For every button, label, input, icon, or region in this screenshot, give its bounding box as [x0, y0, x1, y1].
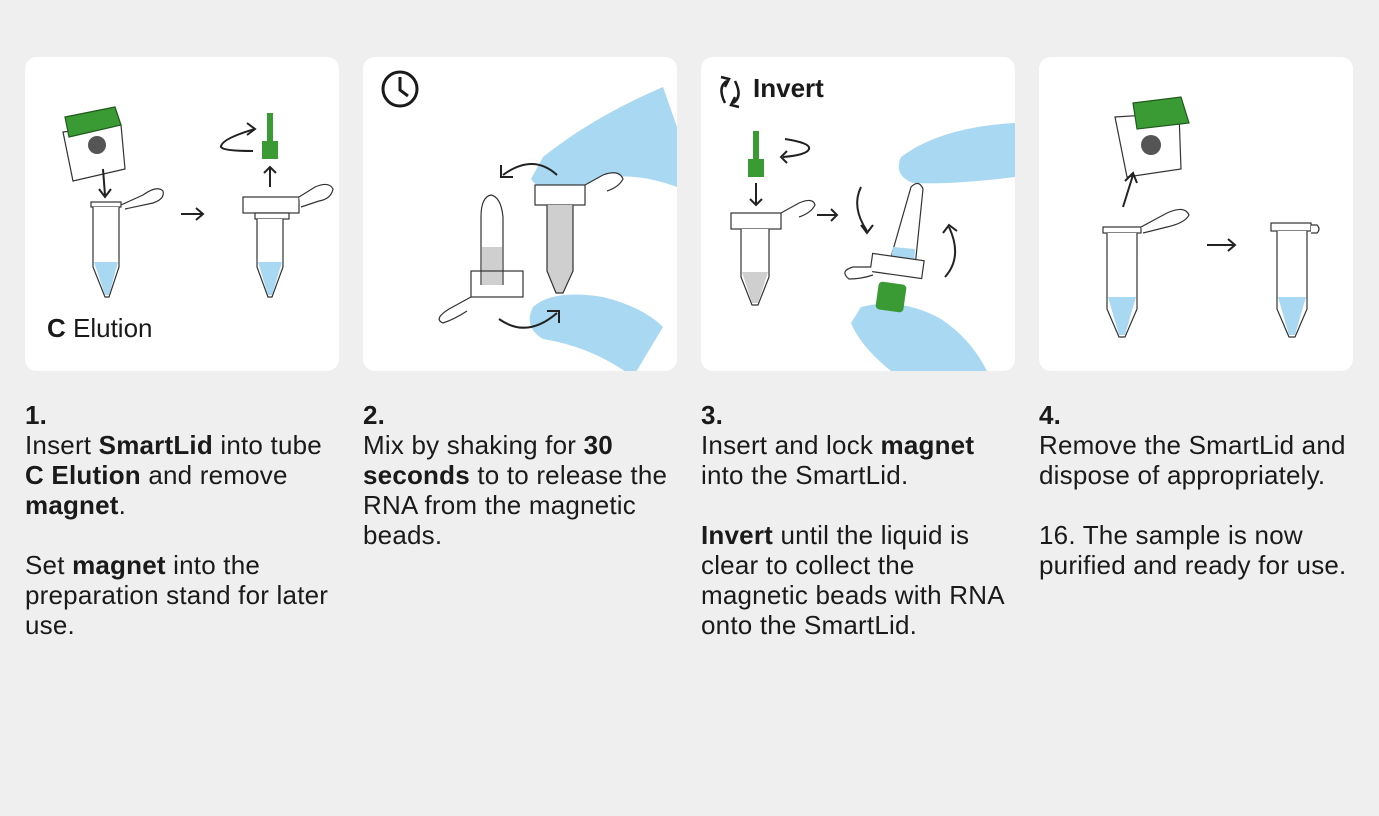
inverted-tube-icon — [438, 194, 524, 324]
step-instruction: Invert until the liquid is clear to coll… — [701, 520, 1004, 640]
step-4-drawing — [1102, 96, 1320, 338]
tube-icon — [90, 188, 164, 298]
step-4-text: 4. Remove the SmartLid and dispose of ap… — [1039, 400, 1359, 580]
magnet-icon — [748, 131, 764, 177]
step-instruction: Insert and lock magnet into the SmartLid… — [701, 430, 975, 490]
step-instruction: Remove the SmartLid and dispose of appro… — [1039, 430, 1346, 490]
elution-label: C Elution — [47, 313, 153, 343]
step-instruction: 16. The sample is now purified and ready… — [1039, 520, 1347, 580]
step-instruction: Set magnet into the preparation stand fo… — [25, 550, 329, 640]
step-instruction: Insert SmartLid into tube C Elution and … — [25, 430, 322, 520]
step-2-text: 2. Mix by shaking for 30 seconds to to r… — [363, 400, 683, 550]
step-3-illustration: Invert — [701, 57, 1015, 371]
invert-label: Invert — [753, 73, 824, 103]
step-number: 4. — [1039, 400, 1062, 430]
closed-tube-icon — [1270, 222, 1320, 338]
upright-tube-icon — [534, 172, 624, 294]
step-number: 2. — [363, 400, 386, 430]
step-instruction: Mix by shaking for 30 seconds to to rele… — [363, 430, 668, 550]
tube-with-smartlid-icon — [242, 183, 334, 298]
clock-icon — [381, 70, 419, 108]
glove-icon — [851, 123, 1015, 371]
tube-icon — [1102, 208, 1190, 338]
step-3-text: 3. Insert and lock magnet into the Smart… — [701, 400, 1021, 640]
step-2-drawing — [381, 70, 677, 371]
smartlid-icon — [62, 106, 126, 182]
step-3-drawing — [720, 75, 1015, 371]
step-1-text: 1. Insert SmartLid into tube C Elution a… — [25, 400, 345, 640]
smartlid-icon — [1114, 96, 1190, 178]
step-1-illustration: C Elution — [25, 57, 339, 371]
step-4-illustration — [1039, 57, 1353, 371]
step-number: 1. — [25, 400, 48, 430]
tube-with-smartlid-icon — [730, 199, 816, 306]
step-number: 3. — [701, 400, 724, 430]
step-2-illustration — [363, 57, 677, 371]
magnet-icon — [262, 113, 278, 159]
rotate-arrows-icon — [720, 75, 740, 109]
